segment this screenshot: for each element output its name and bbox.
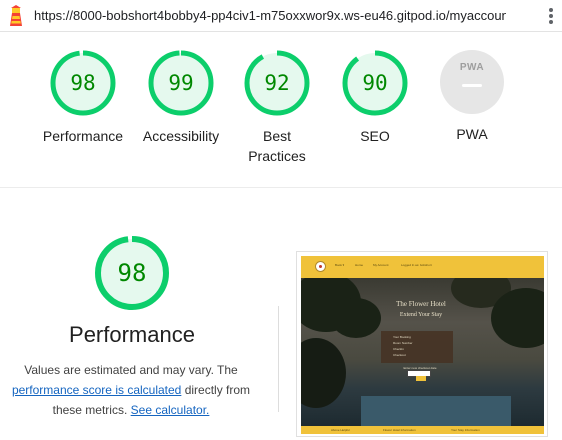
footer-item: Flower Hotel Information: [383, 428, 416, 432]
note-prefix: Values are estimated and may vary. The: [24, 363, 238, 377]
gauge-accessibility-score: 99: [168, 71, 194, 95]
booking-line: Room Number: [393, 341, 413, 345]
booking-line: Checkin: [393, 347, 404, 351]
gauge-accessibility-ring: 99: [148, 50, 214, 116]
gauge-performance[interactable]: 98 Performance: [28, 50, 138, 146]
see-calculator-link[interactable]: See calculator.: [131, 403, 210, 417]
site-nav-user: Logged In as: bobshort: [401, 263, 432, 267]
performance-title: Performance: [69, 322, 195, 347]
site-nav-home: Home: [355, 263, 364, 267]
site-nav-book: Book ▾: [335, 263, 345, 267]
site-footer: Above Helpful Flower Hotel Information Y…: [301, 426, 544, 434]
gauge-seo[interactable]: 90 SEO: [320, 50, 430, 146]
report-url[interactable]: https://8000-bobshort4bobby4-pp4civ1-m75…: [34, 8, 506, 23]
booking-info-box: Your Booking Room Number Checkin Checkou…: [381, 331, 453, 363]
performance-gauge: 98: [95, 236, 169, 310]
gauge-pwa-label: PWA: [456, 126, 488, 142]
gauge-seo-ring: 90: [342, 50, 408, 116]
final-screenshot[interactable]: Book ▾ Home My Account Logged In as: bob…: [296, 251, 548, 437]
booking-line: Checkout: [393, 353, 406, 357]
performance-score: 98: [117, 259, 147, 287]
gauge-best-practices[interactable]: 92 Best Practices: [222, 50, 332, 166]
lighthouse-report: https://8000-bobshort4bobby4-pp4civ1-m75…: [0, 0, 562, 440]
section-divider: [278, 306, 279, 412]
lighthouse-icon: [10, 5, 22, 26]
gauge-best-practices-score: 92: [264, 71, 290, 95]
site-nav-account: My Account: [373, 263, 389, 267]
site-logo-icon: [315, 261, 326, 272]
gauge-accessibility-label: Accessibility: [142, 128, 220, 144]
site-subtitle: Extend Your Stay: [399, 312, 443, 318]
site-title: The Flower Hotel: [396, 300, 446, 308]
booking-line: Your Booking: [393, 335, 411, 339]
site-navbar: Book ▾ Home My Account Logged In as: bob…: [301, 256, 544, 278]
gauge-performance-score: 98: [70, 71, 96, 95]
gauge-performance-ring: 98: [50, 50, 116, 116]
more-options-icon[interactable]: [543, 7, 559, 25]
score-summary: 98 Performance 99 Accessibility 92 Best …: [0, 32, 562, 188]
gauge-best-practices-ring: 92: [244, 50, 310, 116]
pwa-badge-icon: PWA: [440, 50, 504, 114]
extend-submit-button: [416, 376, 426, 381]
report-url-bar: https://8000-bobshort4bobby4-pp4civ1-m75…: [0, 0, 562, 32]
pwa-badge-text: PWA: [459, 62, 485, 73]
gauge-performance-label: Performance: [42, 128, 124, 144]
final-screenshot-image: Book ▾ Home My Account Logged In as: bob…: [301, 256, 544, 434]
gauge-pwa[interactable]: PWA PWA: [417, 50, 527, 144]
gauge-seo-score: 90: [362, 71, 388, 95]
score-calculated-link[interactable]: performance score is calculated: [12, 383, 181, 397]
gauge-seo-label: SEO: [360, 128, 390, 144]
pwa-dash-icon: [462, 84, 482, 87]
gauge-best-practices-label: Best Practices: [248, 128, 306, 164]
footer-item: Above Helpful: [331, 428, 350, 432]
performance-note: Values are estimated and may vary. The p…: [0, 360, 264, 420]
gauge-accessibility[interactable]: 99 Accessibility: [126, 50, 236, 146]
footer-item: Your Stay Information: [451, 428, 480, 432]
